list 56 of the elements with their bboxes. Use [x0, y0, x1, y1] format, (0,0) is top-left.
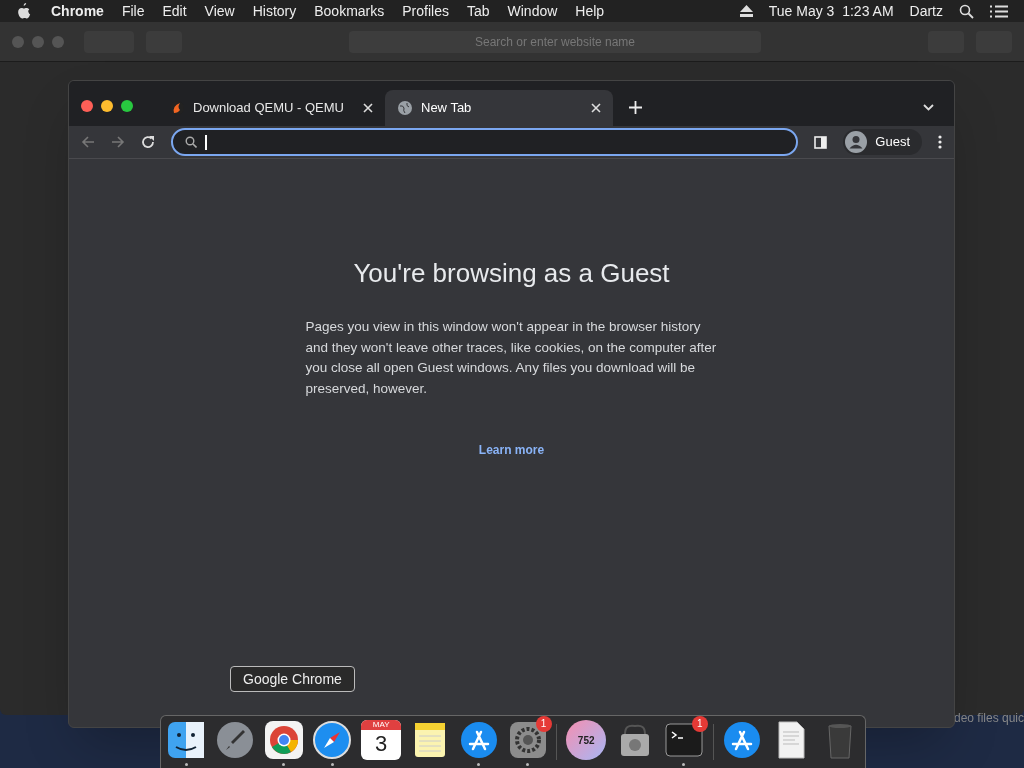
back-arrow-icon[interactable]	[81, 135, 95, 149]
close-icon[interactable]	[591, 103, 601, 113]
menu-item[interactable]: View	[204, 0, 235, 22]
browser-icon[interactable]	[263, 720, 304, 760]
menu-item[interactable]: File	[121, 0, 145, 22]
notification-badge: 1	[535, 716, 552, 732]
app-store-icon[interactable]	[458, 720, 499, 760]
forward-arrow-icon[interactable]	[111, 135, 125, 149]
more-icon[interactable]	[938, 135, 942, 149]
apple-icon[interactable]	[16, 3, 31, 19]
menu-item[interactable]: Tab	[466, 0, 490, 22]
menu-item[interactable]: Bookmarks	[314, 0, 385, 22]
face-icon[interactable]	[166, 720, 206, 760]
menu-item[interactable]: Edit	[162, 0, 187, 22]
tab-title: New Tab	[421, 99, 473, 118]
zoom-window-icon[interactable]	[121, 99, 133, 112]
app-icon[interactable]: 752	[566, 720, 607, 760]
eject-icon[interactable]	[739, 5, 753, 17]
status-text: deo files quic	[953, 710, 1024, 727]
gear-icon[interactable]	[507, 720, 548, 760]
calendar-day: 3	[375, 730, 388, 758]
menu-item[interactable]: History	[252, 0, 297, 22]
minimize-window-icon[interactable]	[101, 99, 113, 112]
dock-tooltip: Google Chrome	[230, 666, 355, 692]
calendar-month: MAY	[361, 720, 402, 730]
list-icon[interactable]	[990, 4, 1008, 18]
menu-item[interactable]: Window	[507, 0, 558, 22]
reload-icon[interactable]	[141, 135, 155, 149]
page-heading: You're browsing as a Guest	[353, 257, 670, 290]
user-name[interactable]: Dartz	[909, 0, 943, 22]
learn-more-link[interactable]: Learn more	[478, 441, 545, 459]
chevron-down-icon[interactable]	[923, 104, 934, 111]
notification-badge: 1	[691, 716, 708, 732]
text-cursor	[205, 134, 207, 150]
plus-icon[interactable]	[629, 101, 642, 114]
browser-tab[interactable]: Download QEMU - QEMU	[157, 90, 385, 126]
compass-icon[interactable]	[312, 720, 353, 760]
app-store-icon[interactable]	[722, 720, 763, 760]
menu-item[interactable]: Chrome	[51, 0, 104, 22]
calendar-icon[interactable]: MAY 3	[361, 720, 402, 760]
search-icon[interactable]	[959, 3, 974, 19]
search-icon	[185, 136, 197, 148]
close-window-icon[interactable]	[81, 99, 93, 112]
omnibox-field[interactable]	[171, 128, 799, 156]
terminal-icon[interactable]	[663, 720, 704, 760]
guest-description: Pages you view in this window won't appear in the browser history and they won't leave other traces, like cookies, on the computer after you close all open Guest windows. Any files you download will be preserved, however.	[305, 318, 718, 398]
side-panel-icon[interactable]	[814, 135, 828, 149]
menu-item[interactable]: Profiles	[402, 0, 449, 22]
menu-item[interactable]: Help	[575, 0, 605, 22]
globe-icon	[397, 100, 413, 116]
tab-title: Download QEMU - QEMU	[193, 99, 345, 118]
person-icon	[845, 131, 868, 153]
close-icon[interactable]	[363, 103, 373, 113]
browser-tab[interactable]: New Tab	[385, 90, 613, 126]
menu-clock[interactable]: Tue May 3 1:23 AM	[768, 0, 894, 22]
profile-button[interactable]: Guest	[843, 129, 922, 155]
